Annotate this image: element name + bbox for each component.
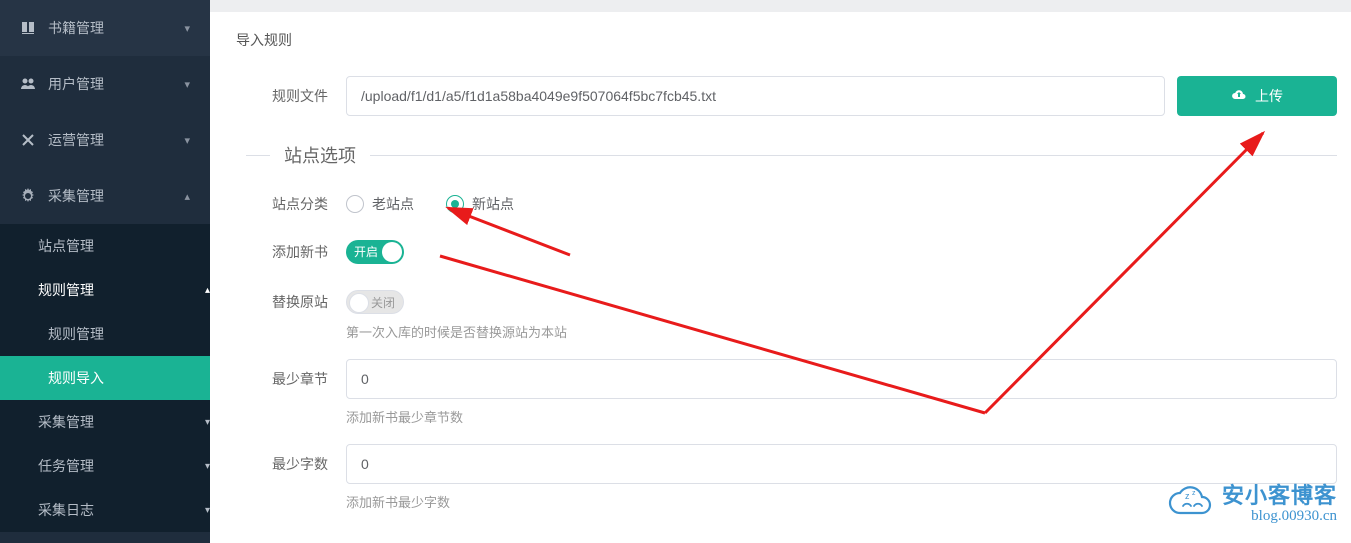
- form-label-replace: 替换原站: [246, 292, 346, 312]
- sidebar-item-label: 采集管理: [48, 186, 184, 206]
- form-label-min-words: 最少字数: [246, 454, 346, 474]
- min-chapter-input[interactable]: [346, 359, 1337, 399]
- form-row-replace: 替换原站 关闭: [246, 290, 1337, 314]
- chevron-down-icon: ▾: [184, 22, 190, 35]
- gear-icon: [20, 188, 36, 204]
- sidebar-sub-collect-manage[interactable]: 采集管理 ▾: [0, 400, 210, 444]
- chevron-up-icon: ▴: [184, 190, 190, 203]
- sidebar-sub-inner: 规则管理 规则导入: [0, 312, 210, 400]
- watermark-sub: blog.00930.cn: [1251, 508, 1337, 525]
- sidebar-sub-label: 采集日志: [38, 500, 94, 520]
- sidebar-sub-rule-manage[interactable]: 规则管理 ▴: [0, 268, 210, 312]
- sidebar-sub-collect-log[interactable]: 采集日志 ▾: [0, 488, 210, 532]
- breadcrumb-text: 导入规则: [236, 32, 292, 48]
- helper-min-chapter: 添加新书最少章节数: [346, 407, 1337, 426]
- radio-label: 老站点: [372, 194, 414, 214]
- radio-old-site[interactable]: 老站点: [346, 194, 414, 214]
- section-title-site-options: 站点选项: [246, 142, 1337, 168]
- rule-file-input[interactable]: [346, 76, 1165, 116]
- svg-text:z: z: [1185, 491, 1190, 501]
- form-label-site-category: 站点分类: [246, 194, 346, 214]
- form-label-rule-file: 规则文件: [246, 86, 346, 106]
- switch-add-book[interactable]: 开启: [346, 240, 404, 264]
- radio-circle-icon: [346, 195, 364, 213]
- sidebar-item-users[interactable]: 用户管理 ▾: [0, 56, 210, 112]
- sidebar-sub-inner-rule-import[interactable]: 规则导入: [0, 356, 210, 400]
- sidebar-submenu: 站点管理 规则管理 ▴ 规则管理 规则导入 采集管理 ▾ 任务管理 ▾ 采集日志…: [0, 224, 210, 532]
- sidebar-sub-inner-label: 规则导入: [48, 368, 104, 388]
- radio-new-site[interactable]: 新站点: [446, 194, 514, 214]
- chevron-down-icon: ▾: [184, 134, 190, 147]
- tools-icon: [20, 132, 36, 148]
- chevron-down-icon: ▾: [184, 78, 190, 91]
- sidebar: 书籍管理 ▾ 用户管理 ▾ 运营管理 ▾ 采集管理 ▴ 站点管理 规则管理 ▴: [0, 0, 210, 543]
- sidebar-sub-label: 采集管理: [38, 412, 94, 432]
- topbar: [210, 0, 1351, 12]
- form-row-min-chapter: 最少章节: [246, 359, 1337, 399]
- switch-handle-icon: [349, 293, 369, 313]
- sidebar-item-label: 运营管理: [48, 130, 184, 150]
- sidebar-sub-site-manage[interactable]: 站点管理: [0, 224, 210, 268]
- sidebar-item-label: 用户管理: [48, 74, 184, 94]
- form-row-rule-file: 规则文件 上传: [246, 76, 1337, 116]
- watermark-text: 安小客博客 blog.00930.cn: [1222, 478, 1337, 525]
- upload-button-label: 上传: [1255, 86, 1283, 106]
- sidebar-item-label: 书籍管理: [48, 18, 184, 38]
- radio-label: 新站点: [472, 194, 514, 214]
- watermark-title: 安小客博客: [1222, 478, 1337, 510]
- cloud-upload-icon: [1231, 88, 1247, 105]
- book-icon: [20, 20, 36, 36]
- cloud-logo-icon: z z: [1168, 485, 1214, 519]
- sidebar-sub-label: 规则管理: [38, 280, 94, 300]
- sidebar-item-collect[interactable]: 采集管理 ▴: [0, 168, 210, 224]
- sidebar-item-books[interactable]: 书籍管理 ▾: [0, 0, 210, 56]
- switch-off-label: 关闭: [371, 291, 395, 315]
- form-row-site-category: 站点分类 老站点 新站点: [246, 194, 1337, 214]
- main-content: 规则文件 上传 站点选项 站点分类 老站点 新站点 添加新书: [210, 60, 1351, 543]
- radio-group-site-category: 老站点 新站点: [346, 194, 514, 214]
- radio-circle-icon: [446, 195, 464, 213]
- switch-handle-icon: [382, 242, 402, 262]
- form-label-add-book: 添加新书: [246, 242, 346, 262]
- sidebar-sub-task-manage[interactable]: 任务管理 ▾: [0, 444, 210, 488]
- sidebar-sub-inner-label: 规则管理: [48, 324, 104, 344]
- divider-line: [246, 155, 270, 156]
- upload-button[interactable]: 上传: [1177, 76, 1337, 116]
- switch-on-label: 开启: [354, 240, 378, 264]
- form-label-min-chapter: 最少章节: [246, 369, 346, 389]
- sidebar-item-operations[interactable]: 运营管理 ▾: [0, 112, 210, 168]
- watermark: z z 安小客博客 blog.00930.cn: [1168, 478, 1337, 525]
- users-icon: [20, 76, 36, 92]
- sidebar-sub-label: 站点管理: [38, 236, 94, 256]
- form-row-add-book: 添加新书 开启: [246, 240, 1337, 264]
- helper-replace: 第一次入库的时候是否替换源站为本站: [346, 322, 1337, 341]
- sidebar-sub-label: 任务管理: [38, 456, 94, 476]
- sidebar-sub-inner-rule-manage[interactable]: 规则管理: [0, 312, 210, 356]
- section-title-text: 站点选项: [270, 142, 370, 168]
- divider-line: [370, 155, 1337, 156]
- switch-replace[interactable]: 关闭: [346, 290, 404, 314]
- svg-text:z: z: [1192, 490, 1196, 497]
